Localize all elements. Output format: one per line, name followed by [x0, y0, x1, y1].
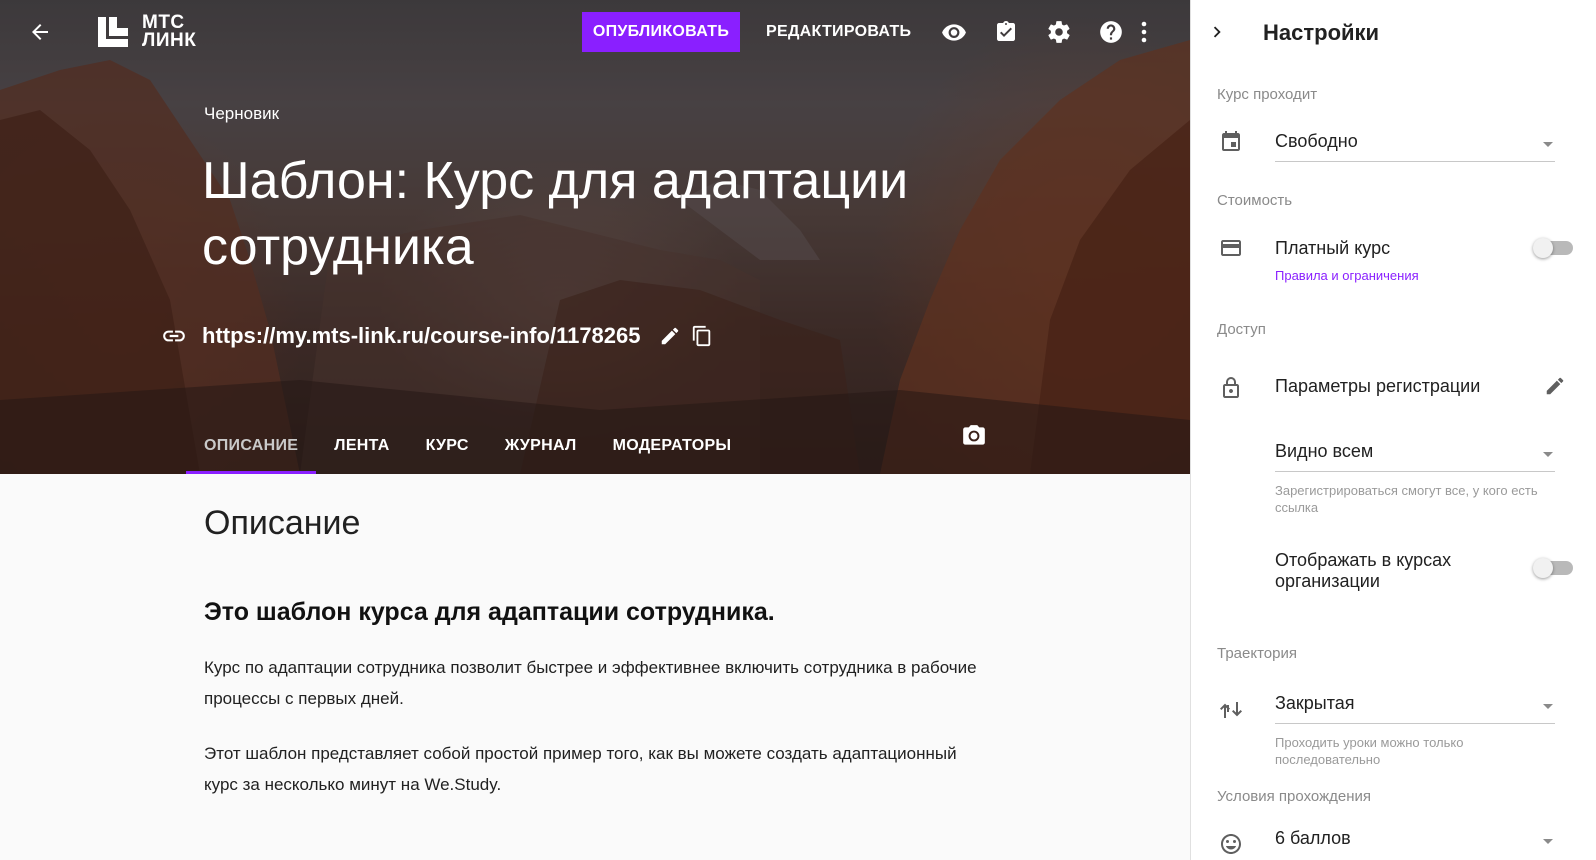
camera-icon [963, 425, 985, 445]
collapse-panel-button[interactable] [1203, 18, 1231, 46]
visibility-value: Видно всем [1275, 441, 1374, 461]
tab-journal[interactable]: ЖУРНАЛ [487, 418, 595, 474]
registration-params-label: Параметры регистрации [1275, 376, 1481, 396]
mode-select[interactable]: Свободно [1275, 122, 1555, 162]
dropdown-caret-icon [1543, 452, 1553, 457]
tab-description[interactable]: ОПИСАНИЕ [186, 418, 317, 474]
copy-url-button[interactable] [687, 321, 717, 351]
show-in-org-toggle[interactable] [1533, 556, 1575, 580]
back-button[interactable] [24, 16, 56, 48]
completion-value: 6 баллов [1275, 827, 1351, 848]
paid-course-toggle[interactable] [1533, 236, 1575, 260]
smiley-icon [1217, 830, 1245, 858]
show-in-org-label: Отображать в курсах организации [1275, 550, 1452, 591]
copy-icon [692, 325, 710, 347]
toggle-thumb [1533, 238, 1553, 258]
logo-mark-icon [98, 17, 128, 47]
more-vertical-icon [1141, 21, 1147, 43]
rules-link[interactable]: Правила и ограничения [1275, 268, 1419, 283]
settings-header: Настройки [1191, 0, 1596, 64]
link-icon [160, 322, 188, 350]
lock-icon [1217, 374, 1245, 402]
chevron-right-icon [1213, 26, 1221, 38]
course-tabs: ОПИСАНИЕ ЛЕНТА КУРС ЖУРНАЛ МОДЕРАТОРЫ [186, 418, 749, 474]
arrow-left-icon [32, 24, 48, 40]
course-url-row: https://my.mts-link.ru/course-info/11782… [160, 318, 717, 354]
description-section: Описание Это шаблон курса для адаптации … [0, 474, 1190, 860]
dropdown-caret-icon [1543, 704, 1553, 709]
draft-status: Черновик [204, 104, 280, 123]
logo-line-2: ЛИНК [142, 30, 197, 51]
help-button[interactable] [1095, 16, 1127, 48]
completion-label: Условия прохождения [1217, 788, 1371, 805]
visibility-help: Зарегистрироваться смогут все, у кого ес… [1275, 483, 1538, 515]
dropdown-caret-icon [1543, 838, 1553, 844]
trajectory-icon [1217, 696, 1245, 724]
completion-select[interactable]: 6 баллов [1275, 818, 1555, 858]
edit-registration-button[interactable] [1541, 372, 1569, 400]
pencil-icon [661, 327, 678, 345]
cost-label: Стоимость [1217, 192, 1293, 209]
help-circle-icon [1100, 21, 1122, 43]
course-title: Шаблон: Курс для адаптации сотрудника [202, 152, 909, 276]
change-cover-button[interactable] [958, 420, 990, 452]
trajectory-label: Траектория [1217, 645, 1297, 662]
description-paragraph-2: Этот шаблон представляет собой простой п… [204, 744, 957, 794]
logo-wordmark: МТС ЛИНК [142, 13, 197, 51]
gear-icon [1048, 21, 1070, 43]
tab-feed[interactable]: ЛЕНТА [316, 418, 407, 474]
edit-url-button[interactable] [655, 321, 685, 351]
edit-button[interactable]: РЕДАКТИРОВАТЬ [756, 12, 921, 52]
assignments-button[interactable] [990, 16, 1022, 48]
section-title: Описание [204, 504, 361, 542]
toggle-thumb [1533, 558, 1553, 578]
description-heading: Это шаблон курса для адаптации сотрудник… [204, 598, 775, 626]
mode-label: Курс проходит [1217, 86, 1318, 103]
preview-button[interactable] [938, 16, 970, 48]
top-bar: МТС ЛИНК ОПУБЛИКОВАТЬ РЕДАКТИРОВАТЬ [0, 0, 1190, 64]
tab-moderators[interactable]: МОДЕРАТОРЫ [595, 418, 750, 474]
mts-link-logo[interactable]: МТС ЛИНК [96, 13, 197, 51]
settings-title: Настройки [1263, 20, 1380, 45]
publish-button[interactable]: ОПУБЛИКОВАТЬ [582, 12, 740, 52]
eye-icon [942, 24, 966, 41]
settings-panel: Настройки Курс проходит Свободно Стоимос… [1190, 0, 1596, 860]
trajectory-select[interactable]: Закрытая [1275, 684, 1555, 724]
trajectory-help: Проходить уроки можно только последовате… [1275, 735, 1464, 767]
paid-course-label: Платный курс [1275, 238, 1391, 258]
mode-value: Свободно [1275, 131, 1358, 151]
dropdown-caret-icon [1543, 142, 1553, 147]
access-label: Доступ [1217, 321, 1266, 338]
credit-card-icon [1217, 234, 1245, 262]
course-hero: МТС ЛИНК ОПУБЛИКОВАТЬ РЕДАКТИРОВАТЬ Черн… [0, 0, 1190, 474]
pencil-icon [1546, 377, 1564, 395]
trajectory-value: Закрытая [1275, 693, 1355, 713]
clipboard-check-icon [997, 21, 1015, 41]
settings-button[interactable] [1043, 16, 1075, 48]
tab-course[interactable]: КУРС [408, 418, 487, 474]
course-url[interactable]: https://my.mts-link.ru/course-info/11782… [202, 323, 641, 349]
more-menu-button[interactable] [1134, 16, 1154, 48]
description-paragraph-1: Курс по адаптации сотрудника позволит бы… [204, 658, 977, 708]
calendar-icon [1217, 128, 1245, 156]
visibility-select[interactable]: Видно всем [1275, 432, 1555, 472]
